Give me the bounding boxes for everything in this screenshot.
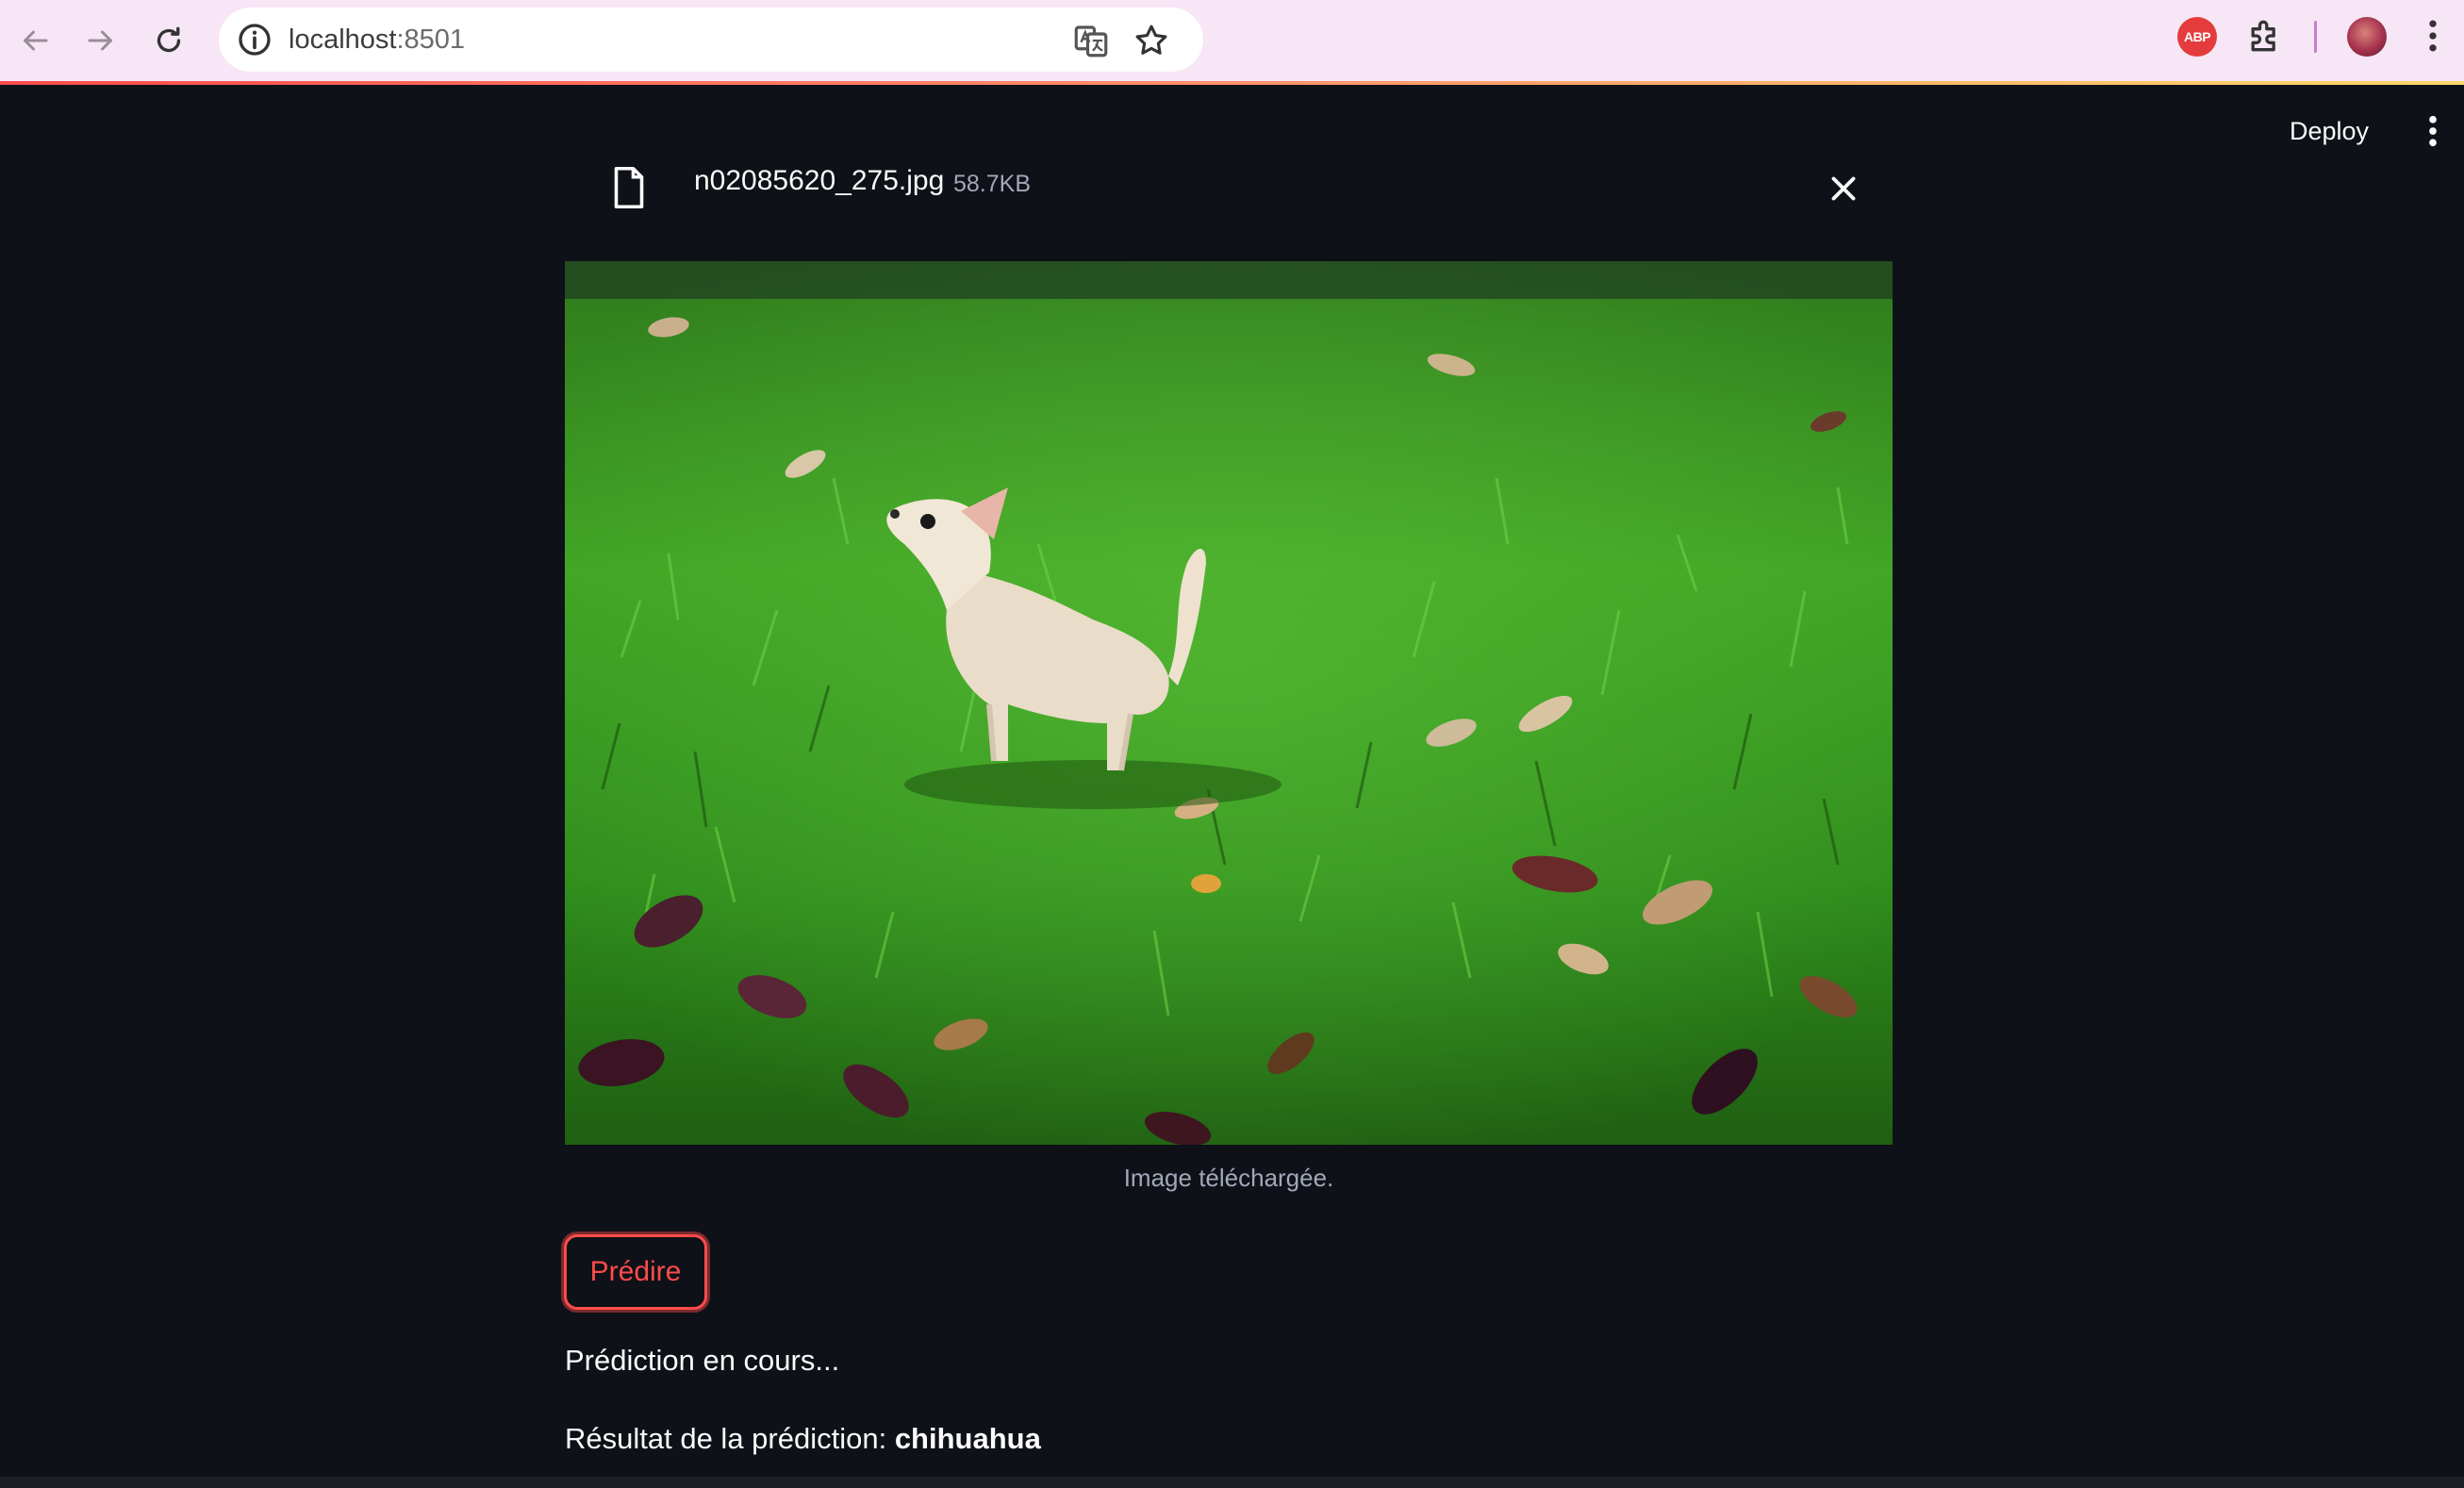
forward-button[interactable] <box>77 17 124 64</box>
reload-button[interactable] <box>145 17 192 64</box>
result-value: chihuahua <box>894 1422 1041 1455</box>
predict-button[interactable]: Prédire <box>564 1234 707 1310</box>
chihuahua-photo-illustration <box>565 261 1893 1145</box>
toolbar-separator <box>2314 21 2317 53</box>
address-bar[interactable]: localhost:8501 <box>219 8 1203 72</box>
bookmark-star-icon[interactable] <box>1132 21 1171 60</box>
uploaded-file-name: n02085620_275.jpg <box>694 165 945 196</box>
forward-arrow-icon <box>88 30 112 51</box>
back-button[interactable] <box>11 17 58 64</box>
uploaded-file-size: 58.7KB <box>953 171 1032 197</box>
status-decoration-bar <box>0 81 2464 85</box>
back-arrow-icon <box>24 30 48 51</box>
prediction-status-text: Prédiction en cours... <box>565 1344 840 1377</box>
site-info-icon[interactable] <box>236 21 273 58</box>
main-menu-icon[interactable] <box>2422 111 2444 151</box>
extensions-puzzle-icon[interactable] <box>2244 15 2286 57</box>
translate-icon[interactable] <box>1071 21 1111 60</box>
reload-icon <box>157 26 181 53</box>
result-label: Résultat de la prédiction: <box>565 1422 895 1455</box>
prediction-result-text: Résultat de la prédiction: chihuahua <box>565 1422 1041 1456</box>
remove-file-close-icon[interactable] <box>1824 169 1863 208</box>
deploy-button[interactable]: Deploy <box>2290 107 2369 155</box>
url-text[interactable]: localhost:8501 <box>289 8 465 72</box>
adblock-extension-icon[interactable]: ABP <box>2177 17 2217 57</box>
file-icon <box>614 166 644 209</box>
browser-menu-icon[interactable] <box>2416 15 2450 57</box>
browser-toolbar: localhost:8501 ABP <box>0 0 2464 81</box>
uploaded-image <box>565 261 1893 1145</box>
bottom-window-strip <box>0 1477 2464 1488</box>
image-caption: Image téléchargée. <box>1123 1164 1334 1192</box>
profile-avatar[interactable] <box>2347 17 2387 57</box>
